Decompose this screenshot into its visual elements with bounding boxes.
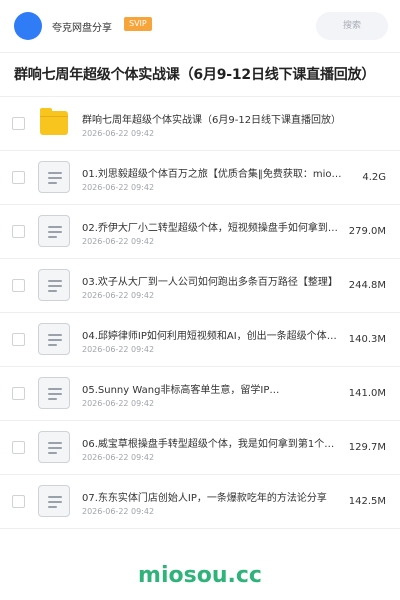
select-checkbox[interactable] bbox=[12, 117, 25, 130]
document-icon bbox=[38, 215, 71, 248]
document-icon bbox=[38, 377, 71, 410]
file-name: 06.威宝草根操盘手转型超级个体，我是如何拿到第1个百万 bbox=[82, 439, 344, 450]
list-item[interactable]: 群响七周年超级个体实战课（6月9-12日线下课直播回放） 2026-06-22 … bbox=[0, 97, 400, 151]
list-item[interactable]: 04.邱婷律师IP如何利用短视频和AI，创出一条超级个体之路 2026-06-2… bbox=[0, 313, 400, 367]
select-checkbox[interactable] bbox=[12, 387, 25, 400]
file-list: 群响七周年超级个体实战课（6月9-12日线下课直播回放） 2026-06-22 … bbox=[0, 97, 400, 529]
select-checkbox[interactable] bbox=[12, 225, 25, 238]
username: 夸克网盘分享 bbox=[52, 23, 112, 34]
file-name: 05.Sunny Wang非标高客单生意，留学IP… bbox=[82, 385, 280, 396]
avatar[interactable] bbox=[14, 12, 42, 40]
svip-badge: SVIP bbox=[124, 17, 152, 31]
file-date: 2026-06-22 09:42 bbox=[82, 399, 155, 408]
select-checkbox[interactable] bbox=[12, 333, 25, 346]
file-date: 2026-06-22 09:42 bbox=[82, 507, 155, 516]
document-icon bbox=[38, 269, 71, 302]
file-size: 142.5M bbox=[348, 496, 386, 507]
page-title: 群响七周年超级个体实战课（6月9-12日线下课直播回放） bbox=[14, 67, 376, 83]
file-name: 02.乔伊大厂小二转型超级个体，短视频操盘手如何拿到结果 bbox=[82, 223, 344, 234]
search-input[interactable] bbox=[316, 12, 388, 40]
file-name: 04.邱婷律师IP如何利用短视频和AI，创出一条超级个体之路 bbox=[82, 331, 344, 342]
file-date: 2026-06-22 09:42 bbox=[82, 345, 155, 354]
file-date: 2026-06-22 09:42 bbox=[82, 291, 155, 300]
document-icon bbox=[38, 161, 71, 194]
document-icon bbox=[38, 323, 71, 356]
list-item[interactable]: 05.Sunny Wang非标高客单生意，留学IP… 2026-06-22 09… bbox=[0, 367, 400, 421]
file-name: 03.欢子从大厂到一人公司如何跑出多条百万路径【整理】 bbox=[82, 277, 338, 288]
file-name: 07.东东实体门店创始人IP，一条爆款吃年的方法论分享 bbox=[82, 493, 327, 504]
file-date: 2026-06-22 09:42 bbox=[82, 237, 155, 246]
file-date: 2026-06-22 09:42 bbox=[82, 453, 155, 462]
file-size: 279.0M bbox=[348, 226, 386, 237]
file-size: 244.8M bbox=[348, 280, 386, 291]
header-divider bbox=[0, 52, 400, 53]
file-date: 2026-06-22 09:42 bbox=[82, 129, 155, 138]
select-checkbox[interactable] bbox=[12, 495, 25, 508]
select-checkbox[interactable] bbox=[12, 441, 25, 454]
select-checkbox[interactable] bbox=[12, 279, 25, 292]
document-icon bbox=[38, 431, 71, 464]
file-name: 群响七周年超级个体实战课（6月9-12日线下课直播回放） bbox=[82, 115, 342, 126]
file-date: 2026-06-22 09:42 bbox=[82, 183, 155, 192]
list-item[interactable]: 07.东东实体门店创始人IP，一条爆款吃年的方法论分享 2026-06-22 0… bbox=[0, 475, 400, 529]
folder-icon bbox=[38, 107, 71, 140]
file-size: 141.0M bbox=[348, 388, 386, 399]
list-item[interactable]: 06.威宝草根操盘手转型超级个体，我是如何拿到第1个百万 2026-06-22 … bbox=[0, 421, 400, 475]
file-size: 140.3M bbox=[348, 334, 386, 345]
list-item[interactable]: 01.刘思毅超级个体百万之旅【优质合集‖免费获取：miosou.cc】 2026… bbox=[0, 151, 400, 205]
list-item[interactable]: 02.乔伊大厂小二转型超级个体，短视频操盘手如何拿到结果 2026-06-22 … bbox=[0, 205, 400, 259]
header: 夸克网盘分享 SVIP bbox=[0, 0, 400, 52]
file-name: 01.刘思毅超级个体百万之旅【优质合集‖免费获取：miosou.cc】 bbox=[82, 169, 344, 180]
file-size: 129.7M bbox=[348, 442, 386, 453]
list-item[interactable]: 03.欢子从大厂到一人公司如何跑出多条百万路径【整理】 2026-06-22 0… bbox=[0, 259, 400, 313]
document-icon bbox=[38, 485, 71, 518]
watermark: miosou.cc bbox=[138, 563, 262, 588]
select-checkbox[interactable] bbox=[12, 171, 25, 184]
file-size: 4.2G bbox=[362, 172, 386, 183]
